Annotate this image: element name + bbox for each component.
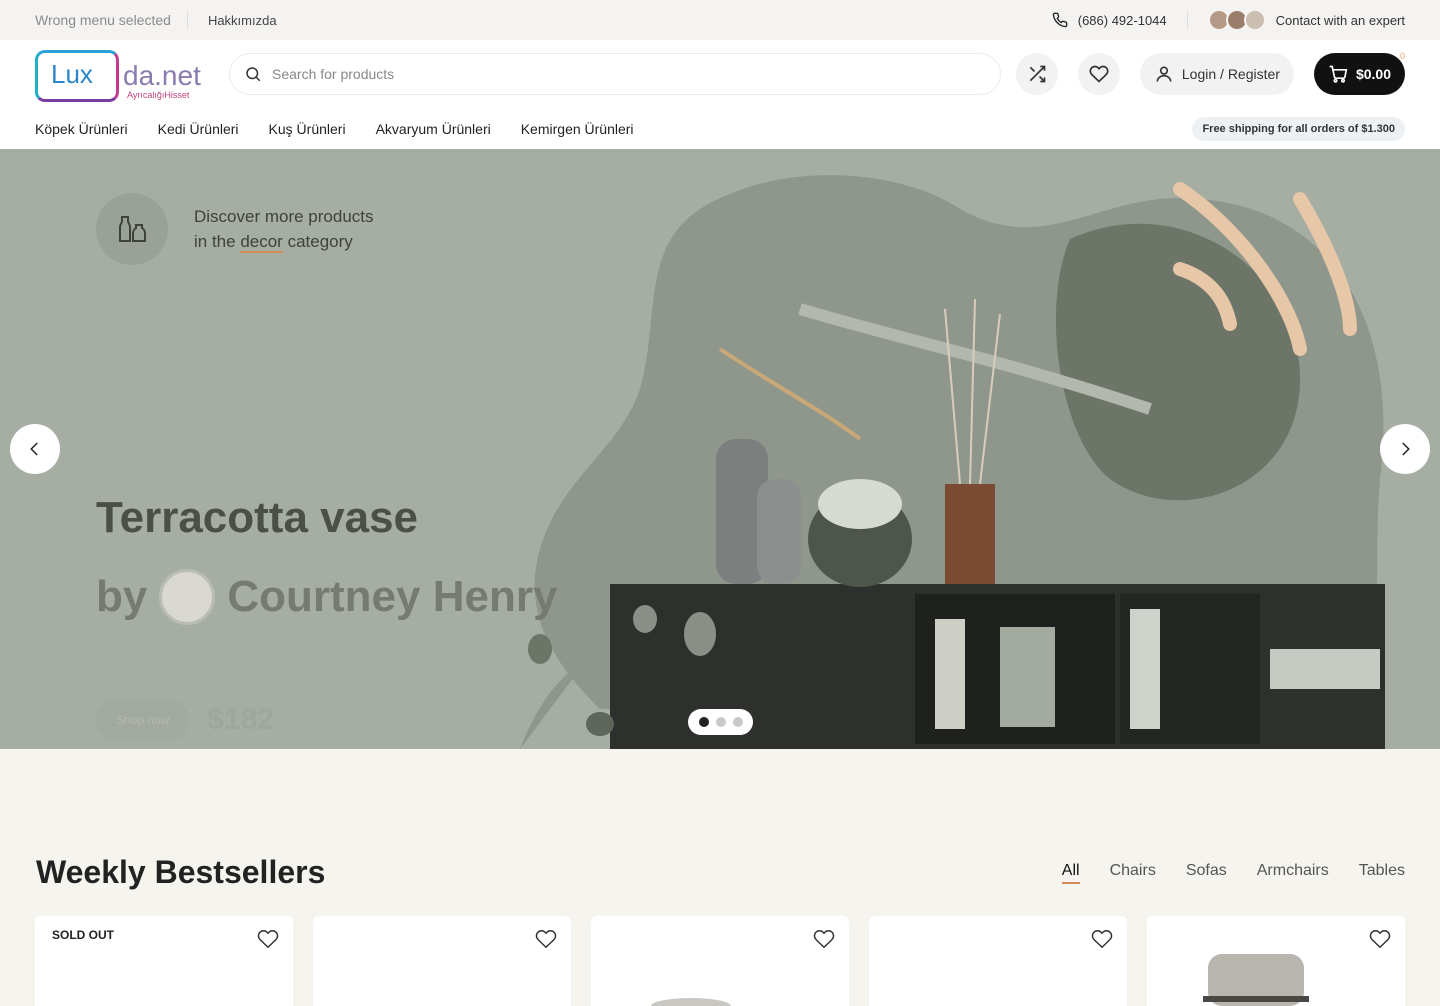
product-card[interactable]: [313, 916, 571, 1006]
heart-icon: [1089, 65, 1109, 83]
shuffle-icon: [1029, 65, 1046, 83]
product-image: [1203, 954, 1309, 1006]
discover-line2: in the decor category: [194, 229, 374, 254]
heart-icon[interactable]: [1369, 928, 1391, 950]
search-input[interactable]: [272, 66, 986, 82]
contact-expert-label: Contact with an expert: [1275, 12, 1405, 28]
hero-title: Terracotta vase: [96, 493, 419, 542]
nav-item-aquarium[interactable]: Akvaryum Ürünleri: [376, 121, 491, 137]
product-card[interactable]: SOLD OUT: [35, 916, 293, 1006]
cart-button[interactable]: $0.00 0: [1313, 51, 1405, 95]
expert-contact[interactable]: Contact with an expert: [1188, 9, 1405, 31]
filter-sofas[interactable]: Sofas: [1186, 862, 1227, 884]
phone-icon: [1052, 12, 1068, 28]
wrong-menu-text: Wrong menu selected: [35, 12, 188, 28]
about-link[interactable]: Hakkımızda: [188, 13, 277, 28]
discover-line1: Discover more products: [194, 207, 374, 226]
hero-price: $182: [207, 703, 275, 736]
logo-domain-text: da.net: [123, 60, 201, 91]
heart-icon[interactable]: [1091, 928, 1113, 950]
bestseller-filters: All Chairs Sofas Armchairs Tables: [1061, 862, 1405, 884]
avatar: [1243, 9, 1266, 31]
chevron-right-icon: [1402, 442, 1410, 456]
product-card[interactable]: [869, 916, 1127, 1006]
filter-all[interactable]: All: [1061, 862, 1080, 884]
logo-box: Lux: [35, 50, 119, 102]
logo-tagline: AyrıcalığıHisset: [127, 90, 190, 100]
hero-slider: Discover more products in the decor cate…: [0, 149, 1440, 749]
filter-armchairs[interactable]: Armchairs: [1257, 862, 1329, 884]
slider-dot-1[interactable]: [698, 717, 709, 727]
product-grid: SOLD OUT: [35, 916, 1405, 1006]
heart-icon[interactable]: [535, 928, 557, 950]
hero-author-line: by Courtney Henry: [96, 569, 557, 625]
discover-line2-pre: in the: [194, 232, 241, 251]
product-card[interactable]: [1147, 916, 1405, 1006]
nav-item-cat[interactable]: Kedi Ürünleri: [158, 121, 239, 137]
slider-prev-button[interactable]: [10, 424, 60, 474]
compare-button[interactable]: [1015, 53, 1058, 95]
decor-link[interactable]: decor: [240, 232, 283, 253]
top-bar: Wrong menu selected Hakkımızda (686) 492…: [0, 0, 1440, 40]
vase-icon: [96, 193, 168, 265]
discover-text: Discover more products in the decor cate…: [194, 204, 374, 254]
header-actions: Login / Register $0.00 0: [1015, 51, 1405, 95]
heart-icon[interactable]: [813, 928, 835, 950]
shop-now-button[interactable]: Shop now: [96, 699, 190, 741]
nav-item-dog[interactable]: Köpek Ürünleri: [35, 121, 128, 137]
filter-tables[interactable]: Tables: [1359, 862, 1405, 884]
phone-number: (686) 492-1044: [1077, 12, 1167, 28]
login-label: Login / Register: [1181, 66, 1280, 82]
sold-out-badge: SOLD OUT: [52, 928, 114, 942]
search-bar[interactable]: [229, 53, 1001, 95]
chevron-left-icon: [30, 442, 38, 456]
slider-dot-3[interactable]: [732, 717, 743, 727]
login-register-button[interactable]: Login / Register: [1139, 53, 1294, 95]
logo-main-text: Lux: [51, 59, 93, 89]
section-title: Weekly Bestsellers: [36, 854, 326, 890]
discover-line2-post: category: [282, 232, 353, 251]
site-logo[interactable]: Lux da.net AyrıcalığıHisset: [35, 46, 207, 102]
phone-contact[interactable]: (686) 492-1044: [1052, 12, 1188, 28]
main-header: Lux da.net AyrıcalığıHisset Login / Regi…: [0, 40, 1440, 108]
heart-icon[interactable]: [257, 928, 279, 950]
product-image: [651, 998, 731, 1006]
top-bar-right: (686) 492-1044 Contact with an expert: [1052, 9, 1405, 31]
category-nav: Köpek Ürünleri Kedi Ürünleri Kuş Ürünler…: [0, 108, 1440, 149]
discover-category-promo[interactable]: Discover more products in the decor cate…: [96, 193, 374, 265]
cart-total: $0.00: [1355, 66, 1391, 82]
hero-cta-row: Shop now $182: [96, 699, 274, 741]
expert-avatars: [1207, 9, 1266, 31]
product-card[interactable]: [591, 916, 849, 1006]
cart-icon: [1329, 65, 1348, 83]
nav-item-bird[interactable]: Kuş Ürünleri: [269, 121, 346, 137]
wishlist-button[interactable]: [1077, 53, 1120, 95]
search-icon: [246, 67, 261, 82]
cart-count-badge: 0: [1399, 51, 1405, 61]
filter-chairs[interactable]: Chairs: [1110, 862, 1156, 884]
free-shipping-badge: Free shipping for all orders of $1.300: [1192, 116, 1405, 141]
slider-dot-2[interactable]: [715, 717, 726, 727]
slider-next-button[interactable]: [1380, 424, 1430, 474]
slider-pagination: [688, 709, 753, 735]
author-avatar: [159, 569, 216, 625]
nav-item-rodent[interactable]: Kemirgen Ürünleri: [521, 121, 634, 137]
hero-author-name: Courtney Henry: [227, 572, 558, 621]
user-icon: [1156, 66, 1172, 82]
hero-by-label: by: [96, 572, 148, 621]
